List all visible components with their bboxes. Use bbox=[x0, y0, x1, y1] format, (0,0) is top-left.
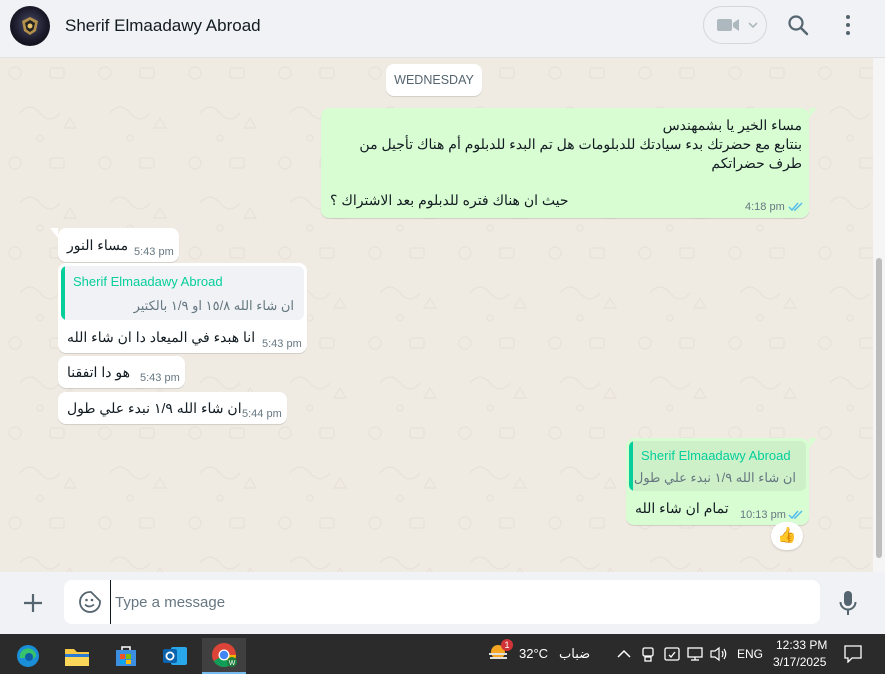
quote-bar bbox=[629, 441, 633, 491]
outgoing-message[interactable]: مساء الخير يا بشمهندس بنتابع مع حضرتك بد… bbox=[321, 108, 817, 218]
incoming-message[interactable]: هو دا اتفقنا 5:43 pm bbox=[58, 356, 185, 388]
message-line: مساء الخير يا بشمهندس bbox=[662, 117, 802, 133]
message-line: طرف حضراتكم bbox=[711, 155, 802, 171]
more-options-icon[interactable] bbox=[836, 13, 860, 37]
double-check-icon bbox=[788, 510, 803, 520]
store-taskbar-button[interactable] bbox=[106, 638, 146, 674]
windows-taskbar: W 1 32°C ضباب ENG 12:33 PM 3/17/2025 bbox=[0, 634, 885, 674]
clock-date[interactable]: 3/17/2025 bbox=[773, 655, 826, 669]
incoming-message[interactable]: ان شاء الله ١/٩ نبدء علي طول 5:44 pm bbox=[58, 392, 287, 424]
video-camera-icon bbox=[717, 19, 739, 31]
chrome-taskbar-button[interactable]: W bbox=[202, 638, 246, 674]
reaction-badge[interactable]: 👍 bbox=[771, 522, 803, 550]
chat-scrollbar[interactable] bbox=[873, 58, 885, 572]
meet-now-icon[interactable] bbox=[640, 646, 656, 662]
notification-center-icon[interactable] bbox=[844, 645, 862, 663]
message-time: 10:13 pm bbox=[740, 509, 786, 521]
message-line: بنتابع مع حضرتك بدء سيادتك للدبلومات هل … bbox=[359, 136, 802, 152]
message-time: 5:43 pm bbox=[262, 338, 302, 350]
chat-header: Sherif Elmaadawy Abroad bbox=[0, 0, 885, 58]
double-check-icon bbox=[788, 202, 803, 212]
clock-time[interactable]: 12:33 PM bbox=[776, 638, 827, 652]
message-time: 5:43 pm bbox=[140, 372, 180, 384]
message-time: 4:18 pm bbox=[745, 201, 785, 213]
message-input-box[interactable] bbox=[64, 580, 820, 624]
bubble-tail bbox=[809, 438, 817, 448]
incoming-message[interactable]: مساء النور 5:43 pm bbox=[50, 228, 179, 262]
quoted-message[interactable]: Sherif Elmaadawy Abroad ان شاء الله ١٥/٨… bbox=[61, 266, 304, 320]
sticker-icon[interactable] bbox=[78, 590, 102, 614]
microphone-icon[interactable] bbox=[838, 590, 858, 616]
folder-icon bbox=[65, 649, 89, 666]
input-language[interactable]: ENG bbox=[737, 647, 763, 661]
quote-text: ان شاء الله ١/٩ نبدء علي طول bbox=[633, 470, 796, 485]
message-text: انا هبدء في الميعاد دا ان شاء الله bbox=[67, 329, 256, 345]
message-text: هو دا اتفقنا bbox=[67, 364, 130, 380]
message-line: حيث ان هناك فتره للدبلوم بعد الاشتراك ؟ bbox=[330, 192, 569, 208]
message-text: تمام ان شاء الله bbox=[635, 500, 729, 516]
edge-taskbar-button[interactable] bbox=[8, 638, 48, 674]
outlook-icon bbox=[163, 647, 187, 665]
quote-author: Sherif Elmaadawy Abroad bbox=[641, 448, 791, 463]
volume-icon[interactable] bbox=[710, 646, 728, 662]
weather-widget[interactable]: 1 32°C ضباب bbox=[487, 639, 597, 667]
message-time: 5:43 pm bbox=[134, 246, 174, 258]
attach-plus-icon[interactable] bbox=[21, 591, 45, 615]
message-text: ان شاء الله ١/٩ نبدء علي طول bbox=[67, 400, 242, 416]
edge-icon bbox=[17, 645, 39, 667]
scroll-thumb[interactable] bbox=[876, 258, 882, 558]
svg-text:W: W bbox=[229, 660, 236, 667]
message-text: مساء النور bbox=[67, 237, 129, 253]
search-icon[interactable] bbox=[786, 13, 810, 37]
temperature: 32°C bbox=[519, 646, 549, 661]
store-icon bbox=[116, 646, 136, 666]
crest-icon bbox=[22, 17, 38, 35]
onedrive-sync-icon[interactable] bbox=[664, 646, 680, 662]
date-divider: WEDNESDAY bbox=[386, 64, 482, 96]
bubble-tail bbox=[809, 108, 817, 118]
video-call-button[interactable] bbox=[703, 6, 767, 44]
bubble-tail bbox=[50, 228, 58, 238]
message-time: 5:44 pm bbox=[242, 408, 282, 420]
quote-text: ان شاء الله ١٥/٨ او ١/٩ بالكتير bbox=[133, 298, 294, 313]
quoted-message[interactable]: Sherif Elmaadawy Abroad ان شاء الله ١/٩ … bbox=[629, 441, 806, 491]
incoming-message[interactable]: Sherif Elmaadawy Abroad ان شاء الله ١٥/٨… bbox=[58, 263, 307, 353]
outlook-taskbar-button[interactable] bbox=[155, 638, 195, 674]
chrome-icon: W bbox=[212, 643, 237, 668]
weather-condition: ضباب bbox=[559, 646, 591, 661]
contact-avatar[interactable] bbox=[10, 6, 50, 46]
weather-alert-badge: 1 bbox=[501, 639, 513, 651]
file-explorer-taskbar-button[interactable] bbox=[57, 638, 97, 674]
network-icon[interactable] bbox=[687, 646, 703, 662]
quote-bar bbox=[61, 266, 65, 320]
chevron-up-icon[interactable] bbox=[617, 649, 631, 659]
chevron-down-icon bbox=[748, 22, 758, 29]
message-list[interactable]: WEDNESDAY مساء الخير يا بشمهندس بنتابع م… bbox=[0, 58, 885, 572]
quote-author: Sherif Elmaadawy Abroad bbox=[73, 274, 223, 289]
chat-title[interactable]: Sherif Elmaadawy Abroad bbox=[65, 16, 261, 36]
composer-bar bbox=[0, 572, 885, 634]
message-input[interactable] bbox=[110, 580, 805, 624]
outgoing-message[interactable]: Sherif Elmaadawy Abroad ان شاء الله ١/٩ … bbox=[626, 438, 817, 525]
